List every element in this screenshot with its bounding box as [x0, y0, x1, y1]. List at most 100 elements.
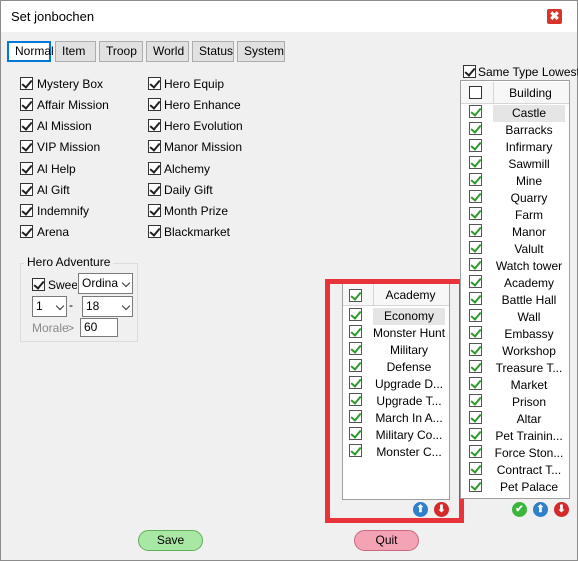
tab-status[interactable]: Status: [192, 41, 234, 62]
list-item[interactable]: Embassy: [461, 326, 569, 343]
item-checkbox[interactable]: [469, 360, 482, 373]
item-checkbox[interactable]: [469, 241, 482, 254]
item-checkbox[interactable]: [469, 173, 482, 186]
checkbox-daily-gift[interactable]: [148, 183, 161, 196]
item-checkbox[interactable]: [469, 309, 482, 322]
list-item[interactable]: Valult: [461, 241, 569, 258]
list-item[interactable]: Castle: [461, 105, 569, 122]
option-label: Manor Mission: [164, 140, 243, 154]
option-label: Indemnify: [37, 204, 90, 218]
checkbox-hero-enhance[interactable]: [148, 98, 161, 111]
checkbox-hero-equip[interactable]: [148, 77, 161, 90]
item-checkbox[interactable]: [469, 258, 482, 271]
item-checkbox[interactable]: [469, 207, 482, 220]
option-label: Daily Gift: [164, 183, 213, 197]
level-from-select[interactable]: 1: [32, 296, 67, 317]
list-item[interactable]: Force Ston...: [461, 445, 569, 462]
list-item[interactable]: Barracks: [461, 122, 569, 139]
list-item[interactable]: Workshop: [461, 343, 569, 360]
checkbox-alchemy[interactable]: [148, 162, 161, 175]
list-item[interactable]: Battle Hall: [461, 292, 569, 309]
checkbox-hero-evolution[interactable]: [148, 119, 161, 132]
item-label: Manor: [511, 225, 546, 239]
list-item[interactable]: Market: [461, 377, 569, 394]
item-label: Watch tower: [495, 259, 563, 273]
item-label: Embassy: [504, 327, 554, 341]
list-item[interactable]: Sawmill: [461, 156, 569, 173]
item-checkbox[interactable]: [469, 105, 482, 118]
building-move-up-icon[interactable]: ⬆: [533, 502, 548, 517]
list-item[interactable]: Pet Trainin...: [461, 428, 569, 445]
item-checkbox[interactable]: [469, 428, 482, 441]
option-label: Month Prize: [164, 204, 229, 218]
item-label: Quarry: [510, 191, 548, 205]
item-checkbox[interactable]: [469, 156, 482, 169]
item-checkbox[interactable]: [469, 479, 482, 492]
option-label: Hero Evolution: [164, 119, 243, 133]
list-item[interactable]: Prison: [461, 394, 569, 411]
sweep-label: Sweep: [48, 278, 77, 292]
item-label: Treasure T...: [495, 361, 563, 375]
checkbox-affair-mission[interactable]: [20, 98, 33, 111]
item-checkbox[interactable]: [469, 224, 482, 237]
item-checkbox[interactable]: [469, 394, 482, 407]
checkbox-sweep[interactable]: [32, 278, 45, 291]
list-item[interactable]: Manor: [461, 224, 569, 241]
checkbox-arena[interactable]: [20, 225, 33, 238]
quit-button[interactable]: Quit: [354, 530, 419, 551]
checkbox-vip-mission[interactable]: [20, 140, 33, 153]
level-to-select[interactable]: 18: [82, 296, 133, 317]
item-checkbox[interactable]: [469, 122, 482, 135]
tab-troop[interactable]: Troop: [99, 41, 143, 62]
building-select-all-checkbox[interactable]: [469, 86, 482, 99]
sweep-mode-select[interactable]: Ordina: [78, 273, 133, 294]
tab-normal[interactable]: Normal: [7, 41, 54, 62]
option-label: Al Gift: [37, 183, 70, 197]
morale-input[interactable]: 60: [80, 318, 118, 337]
list-item[interactable]: Infirmary: [461, 139, 569, 156]
list-item[interactable]: Watch tower: [461, 258, 569, 275]
list-item[interactable]: Quarry: [461, 190, 569, 207]
item-checkbox[interactable]: [469, 343, 482, 356]
window-title: Set jonbochen: [11, 9, 95, 24]
list-item[interactable]: Treasure T...: [461, 360, 569, 377]
list-item[interactable]: Mine: [461, 173, 569, 190]
checkbox-al-gift[interactable]: [20, 183, 33, 196]
option-label: Al Mission: [37, 119, 92, 133]
level-from-value: 1: [36, 299, 43, 313]
save-button[interactable]: Save: [138, 530, 203, 551]
list-item[interactable]: Contract T...: [461, 462, 569, 479]
checkbox-indemnify[interactable]: [20, 204, 33, 217]
list-item[interactable]: Academy: [461, 275, 569, 292]
range-dash: -: [69, 298, 73, 312]
item-checkbox[interactable]: [469, 326, 482, 339]
checkbox-mystery-box[interactable]: [20, 77, 33, 90]
item-checkbox[interactable]: [469, 139, 482, 152]
tab-world[interactable]: World: [146, 41, 189, 62]
chevron-down-icon: [121, 301, 131, 311]
list-item[interactable]: Wall: [461, 309, 569, 326]
item-checkbox[interactable]: [469, 445, 482, 458]
item-checkbox[interactable]: [469, 377, 482, 390]
item-checkbox[interactable]: [469, 411, 482, 424]
checkbox-same-type-lowest[interactable]: [463, 65, 476, 78]
checkbox-al-help[interactable]: [20, 162, 33, 175]
item-checkbox[interactable]: [469, 292, 482, 305]
checkbox-blackmarket[interactable]: [148, 225, 161, 238]
level-to-value: 18: [86, 299, 100, 313]
building-move-down-icon[interactable]: ⬇: [554, 502, 569, 517]
confirm-check-icon[interactable]: ✔: [512, 502, 527, 517]
item-label: Pet Palace: [499, 480, 559, 494]
item-checkbox[interactable]: [469, 462, 482, 475]
checkbox-al-mission[interactable]: [20, 119, 33, 132]
item-checkbox[interactable]: [469, 275, 482, 288]
list-item[interactable]: Farm: [461, 207, 569, 224]
checkbox-month-prize[interactable]: [148, 204, 161, 217]
checkbox-manor-mission[interactable]: [148, 140, 161, 153]
tab-item[interactable]: Item: [55, 41, 96, 62]
item-checkbox[interactable]: [469, 190, 482, 203]
list-item[interactable]: Altar: [461, 411, 569, 428]
close-icon[interactable]: ✖: [547, 9, 562, 24]
list-item[interactable]: Pet Palace: [461, 479, 569, 496]
tab-system[interactable]: System: [237, 41, 285, 62]
